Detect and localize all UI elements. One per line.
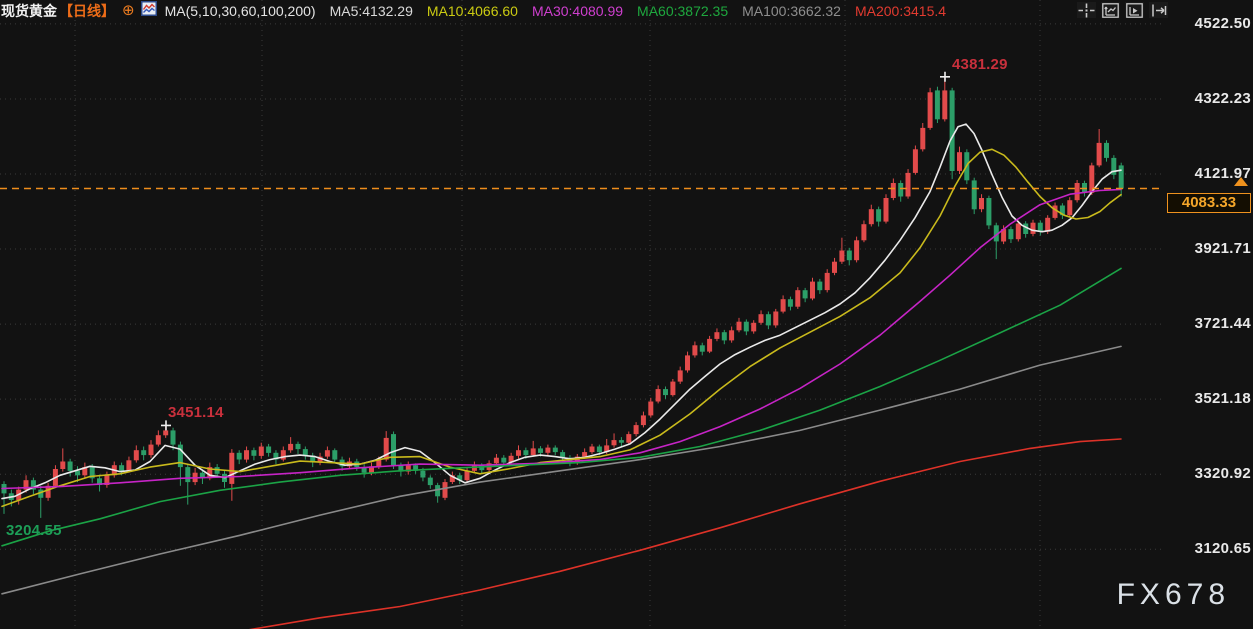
candles [2,77,1124,518]
y-axis-label: 4322.23 [1167,90,1251,107]
high-cross-marker [161,420,171,430]
crosshair-button[interactable] [1077,2,1096,18]
current-price-tag: 4083.33 [1167,193,1251,213]
price-up-arrow-icon [1234,177,1248,186]
scale-play-button[interactable] [1125,2,1144,18]
add-indicator-icon[interactable]: ⊕ [122,0,135,22]
price-annotation: 3451.14 [168,404,224,421]
indicator-settings-icon[interactable] [141,0,157,22]
y-axis-label: 4522.50 [1167,15,1251,32]
timeframe-label[interactable]: 【日线】 [59,0,115,22]
ma-legend-item: MA200:3415.4 [855,3,946,19]
ma-legend-item: MA100:3662.32 [742,3,841,19]
y-axis-label: 3921.71 [1167,240,1251,257]
y-axis-label: 3120.65 [1167,540,1251,557]
chart-controls [1077,2,1168,18]
high-cross-marker [940,72,950,82]
y-axis-label: 3521.18 [1167,390,1251,407]
ma-legend-item: MA5:4132.29 [330,3,413,19]
ma-params-label: MA(5,10,30,60,100,200) [165,0,316,22]
symbol-name: 现货黄金 [1,0,57,22]
ma100-line [2,346,1121,593]
scale-left-button[interactable] [1101,2,1120,18]
price-annotation: 4381.29 [952,56,1008,73]
ma30-line [2,189,1121,488]
price-axis: 4522.504322.234121.973921.713721.443521.… [1167,0,1251,629]
ma-legend: MA5:4132.29 MA10:4066.60 MA30:4080.99 MA60:… [316,0,946,22]
ma-legend-item: MA10:4066.60 [427,3,518,19]
watermark: FX678 [1117,578,1230,612]
chart-canvas[interactable] [0,0,1253,629]
ma-legend-item: MA60:3872.35 [637,3,728,19]
price-annotation: 3204.55 [6,522,62,539]
ma5-line [2,124,1121,499]
exit-right-button[interactable] [1149,2,1168,18]
toolbar: 现货黄金 【日线】 ⊕ MA(5,10,30,60,100,200) MA5:4… [0,0,946,22]
y-axis-label: 3320.92 [1167,465,1251,482]
ma-legend-item: MA30:4080.99 [532,3,623,19]
y-axis-label: 3721.44 [1167,315,1251,332]
